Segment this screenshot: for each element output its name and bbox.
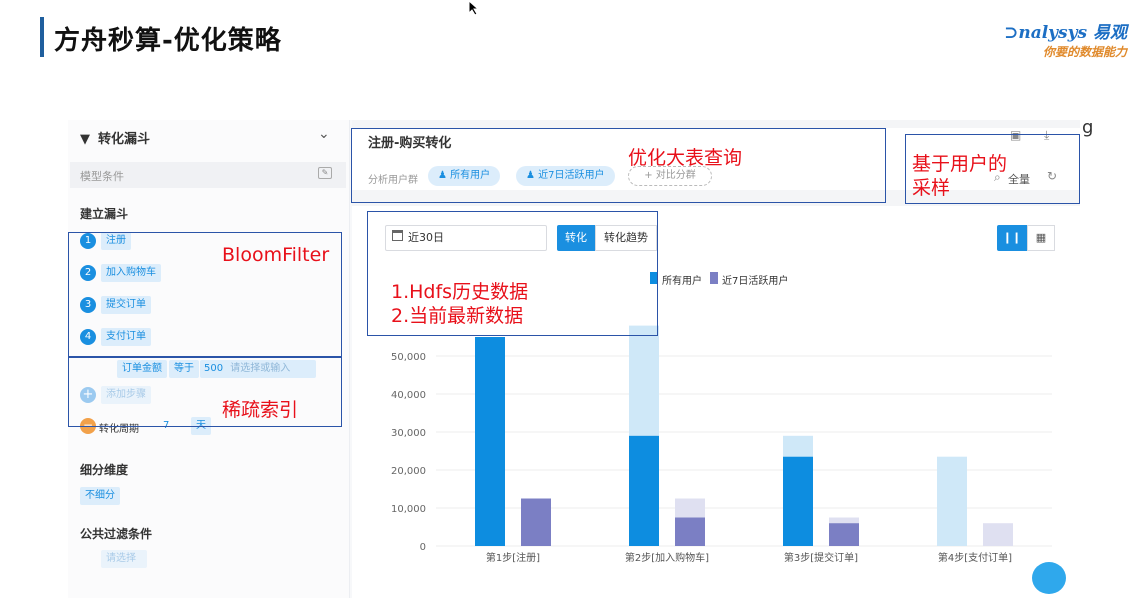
bar-lost <box>937 456 967 546</box>
assistant-mascot-icon[interactable] <box>1032 562 1066 594</box>
bar <box>475 337 505 546</box>
logo-tagline: 你要的数据能力 <box>1042 45 1127 59</box>
annotation-sampling-line2: 采样 <box>912 176 951 199</box>
x-tick-label: 第4步[支付订单] <box>938 551 1012 564</box>
x-tick-label: 第3步[提交订单] <box>784 551 858 564</box>
annotation-hdfs-line2: 2.当前最新数据 <box>391 304 524 327</box>
bar-lost <box>983 523 1013 546</box>
funnel-header[interactable]: ▼ 转化漏斗 <box>80 128 150 147</box>
title-accent-bar <box>40 17 44 57</box>
annotation-sampling: 基于用户的 采样 <box>912 153 1007 201</box>
mouse-cursor-icon <box>468 0 480 16</box>
bar-lost <box>829 517 859 524</box>
annotation-sampling-line1: 基于用户的 <box>912 153 1008 175</box>
bar <box>829 523 859 546</box>
bar-lost <box>675 498 705 518</box>
funnel-header-label: 转化漏斗 <box>98 132 151 147</box>
annotation-query: 优化大表查询 <box>628 147 743 169</box>
y-tick-label: 30,000 <box>391 428 426 439</box>
breakdown-select[interactable]: 不细分 <box>80 487 120 505</box>
brand-logo: ⊃nalysys 易观 你要的数据能力 <box>1004 23 1127 59</box>
model-condition-label: 模型条件 <box>80 170 124 183</box>
annotation-box-sparse <box>68 357 342 427</box>
build-funnel-label: 建立漏斗 <box>80 207 129 221</box>
bar <box>629 435 659 546</box>
stray-text: g <box>1082 117 1094 138</box>
annotation-hdfs-line1: 1.Hdfs历史数据 <box>391 281 529 303</box>
y-tick-label: 50,000 <box>391 352 426 363</box>
x-tick-label: 第1步[注册] <box>486 551 540 564</box>
slide-title: 方舟秒算-优化策略 <box>54 26 282 56</box>
annotation-bloom: BloomFilter <box>222 244 330 266</box>
annotation-box-query <box>351 128 886 203</box>
bar <box>521 498 551 546</box>
chevron-down-icon[interactable]: ⌄ <box>318 126 330 142</box>
bar <box>675 517 705 546</box>
y-tick-label: 10,000 <box>391 504 426 515</box>
y-tick-label: 40,000 <box>391 390 426 401</box>
annotation-sparse: 稀疏索引 <box>222 399 299 421</box>
public-filter-select[interactable]: 请选择 <box>101 550 147 568</box>
y-tick-label: 20,000 <box>391 466 426 477</box>
breakdown-label: 细分维度 <box>80 463 129 477</box>
public-filter-label: 公共过滤条件 <box>80 527 153 541</box>
bar-lost <box>629 325 659 436</box>
annotation-hdfs: 1.Hdfs历史数据 2.当前最新数据 <box>391 281 528 329</box>
x-tick-label: 第2步[加入购物车] <box>625 551 709 564</box>
bar-lost <box>783 435 813 457</box>
logo-main-text: nalysys 易观 <box>1018 23 1127 43</box>
bar <box>783 456 813 546</box>
funnel-icon: ▼ <box>80 132 90 147</box>
edit-icon[interactable]: ✎ <box>318 167 332 179</box>
y-tick-label: 0 <box>420 542 426 553</box>
